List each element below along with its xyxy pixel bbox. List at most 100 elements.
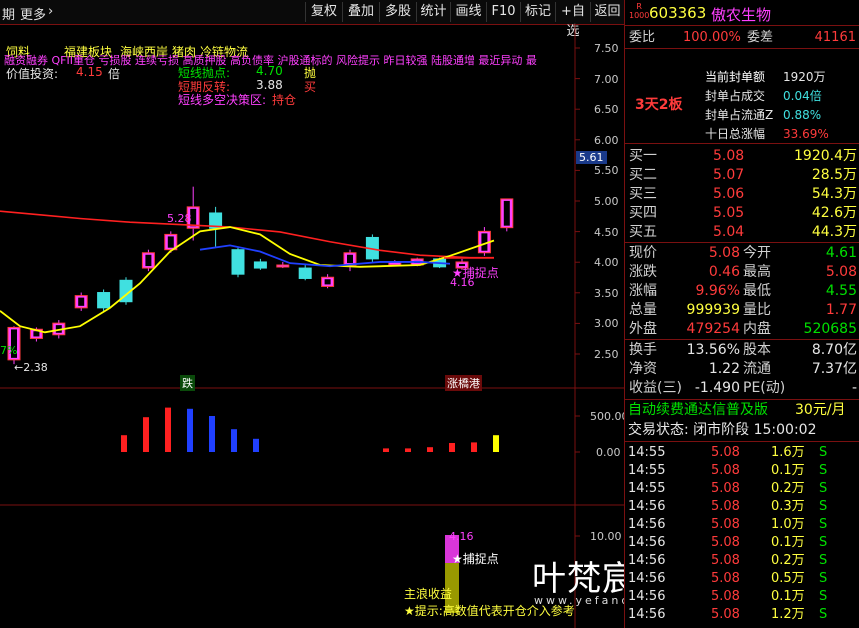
vol-tick-500: 500.00 bbox=[590, 410, 629, 423]
fundamental-value: 13.56% bbox=[686, 342, 740, 358]
fundamental-label: 收益(三) bbox=[629, 380, 682, 396]
ind-tick-10: 10.00 bbox=[590, 530, 622, 543]
fundamental-value: 7.37亿 bbox=[811, 361, 857, 377]
bid-row[interactable]: 买五 5.04 44.3万 bbox=[625, 223, 859, 242]
quote-label: 量比 bbox=[743, 302, 771, 318]
stock-badge: R 1000 bbox=[629, 2, 649, 20]
divider bbox=[625, 441, 859, 442]
seal-value: 0.88% bbox=[783, 108, 822, 122]
volume-bar bbox=[493, 435, 499, 452]
tick-price: 5.08 bbox=[711, 445, 740, 460]
tick-volume: 0.1万 bbox=[771, 589, 805, 604]
tick-time: 14:56 bbox=[628, 589, 666, 604]
fundamental-value: 8.70亿 bbox=[811, 342, 857, 358]
quote-label: 总量 bbox=[629, 302, 657, 318]
short-decision-value: 持仓 bbox=[272, 93, 297, 107]
trade-state: 交易状态: 闭市阶段 15:00:02 bbox=[628, 422, 817, 438]
quote-value: 4.61 bbox=[825, 245, 857, 261]
bid-volume: 54.3万 bbox=[811, 186, 857, 202]
quote-label: 涨幅 bbox=[629, 283, 657, 299]
quote-value: 479254 bbox=[686, 321, 740, 337]
price-tick: 7.50 bbox=[594, 42, 619, 55]
tick-volume: 0.1万 bbox=[771, 463, 805, 478]
vol-tick-0: 0.00 bbox=[596, 446, 621, 459]
trade-tick-row: 14:55 5.08 0.1万 S bbox=[625, 461, 859, 480]
bid-row[interactable]: 买四 5.05 42.6万 bbox=[625, 204, 859, 223]
tick-side: S bbox=[819, 445, 828, 460]
short-point-value: 4.70 bbox=[256, 64, 283, 78]
fundamental-label: 流通 bbox=[743, 361, 771, 377]
quote-value: 5.08 bbox=[825, 264, 857, 280]
tick-price: 5.08 bbox=[711, 481, 740, 496]
badge-top: R bbox=[636, 2, 642, 11]
main-capital-label: 主浪收益 bbox=[404, 587, 453, 601]
tick-time: 14:56 bbox=[628, 499, 666, 514]
promo-price[interactable]: 30元/月 bbox=[795, 401, 846, 420]
quote-value: 999939 bbox=[686, 302, 740, 318]
tick-volume: 0.5万 bbox=[771, 571, 805, 586]
promo-text[interactable]: 自动续费通达信普及版 bbox=[628, 401, 768, 420]
tick-side: S bbox=[819, 589, 828, 604]
trade-tick-row: 14:56 5.08 0.2万 S bbox=[625, 551, 859, 570]
high-price-label: 5.28 bbox=[167, 212, 192, 225]
low-price-label: ←2.38 bbox=[14, 361, 48, 374]
price-tick: 3.50 bbox=[594, 286, 619, 300]
seal-label: 十日总涨幅 bbox=[705, 127, 766, 141]
fundamental-label: 净资 bbox=[629, 361, 657, 377]
divider bbox=[625, 25, 859, 26]
stock-code[interactable]: 603363 bbox=[649, 4, 706, 22]
fundamental-label: PE(动) bbox=[743, 380, 786, 396]
bid-row[interactable]: 买三 5.06 54.3万 bbox=[625, 185, 859, 204]
quote-value: 1.77 bbox=[825, 302, 857, 318]
fundamental-label: 股本 bbox=[743, 342, 771, 358]
candle-body-hollow bbox=[33, 331, 40, 337]
tick-time: 14:56 bbox=[628, 535, 666, 550]
bid-volume: 42.6万 bbox=[811, 205, 857, 221]
seal-value: 0.04倍 bbox=[783, 89, 822, 103]
seal-row: 封单占成交 0.04倍 bbox=[625, 87, 859, 106]
bid-label: 买二 bbox=[629, 167, 657, 183]
promo-row[interactable]: 自动续费通达信普及版 30元/月 bbox=[625, 401, 859, 420]
bid-price: 5.05 bbox=[713, 205, 745, 221]
candle-body-hollow bbox=[503, 200, 510, 226]
trade-tick-row: 14:56 5.08 0.1万 S bbox=[625, 533, 859, 552]
badge-bottom: 1000 bbox=[629, 11, 650, 20]
tick-price: 5.08 bbox=[711, 553, 740, 568]
trade-tick-row: 14:55 5.08 0.2万 S bbox=[625, 479, 859, 498]
fundamental-value: 1.22 bbox=[708, 361, 740, 377]
short-pivot-action: 买 bbox=[304, 80, 317, 94]
current-price-tag: 5.61 bbox=[576, 151, 607, 164]
candle-body-hollow bbox=[145, 254, 152, 267]
bid-row[interactable]: 买一 5.08 1920.4万 bbox=[625, 147, 859, 166]
tick-price: 5.08 bbox=[711, 463, 740, 478]
quote-value: 9.96% bbox=[695, 283, 740, 299]
volume-bar bbox=[471, 442, 477, 452]
stock-name[interactable]: 傲农生物 bbox=[711, 4, 771, 25]
tick-time: 14:56 bbox=[628, 553, 666, 568]
bid-price: 5.04 bbox=[713, 224, 745, 240]
tick-side: S bbox=[819, 517, 828, 532]
rise-tag: 涨橋港 bbox=[445, 375, 482, 391]
bid-row[interactable]: 买二 5.07 28.5万 bbox=[625, 166, 859, 185]
trade-tick-row: 14:56 5.08 0.1万 S bbox=[625, 587, 859, 606]
seal-row: 当前封单额 1920万 bbox=[625, 68, 859, 87]
price-tick: 7.00 bbox=[594, 72, 619, 86]
quote-label: 最低 bbox=[743, 283, 771, 299]
quote-label: 内盘 bbox=[743, 321, 771, 337]
fundamental-value: - bbox=[851, 380, 857, 396]
tick-price: 5.08 bbox=[711, 499, 740, 514]
weicha-value: 41161 bbox=[814, 30, 856, 45]
value-invest-label: 价值投资: bbox=[6, 67, 59, 81]
weicha-label: 委差 bbox=[747, 30, 774, 45]
volume-bar bbox=[449, 443, 455, 452]
quote-value: 520685 bbox=[803, 321, 857, 337]
quote-label: 涨跌 bbox=[629, 264, 657, 280]
tick-price: 5.08 bbox=[711, 535, 740, 550]
quote-label: 今开 bbox=[743, 245, 771, 261]
bid-label: 买三 bbox=[629, 186, 657, 202]
quote-label: 最高 bbox=[743, 264, 771, 280]
bid-volume: 44.3万 bbox=[811, 224, 857, 240]
price-tick: 5.00 bbox=[594, 195, 619, 208]
tick-price: 5.08 bbox=[711, 517, 740, 532]
fundamental-row: 换手 13.56% 股本 8.70亿 bbox=[625, 341, 859, 360]
